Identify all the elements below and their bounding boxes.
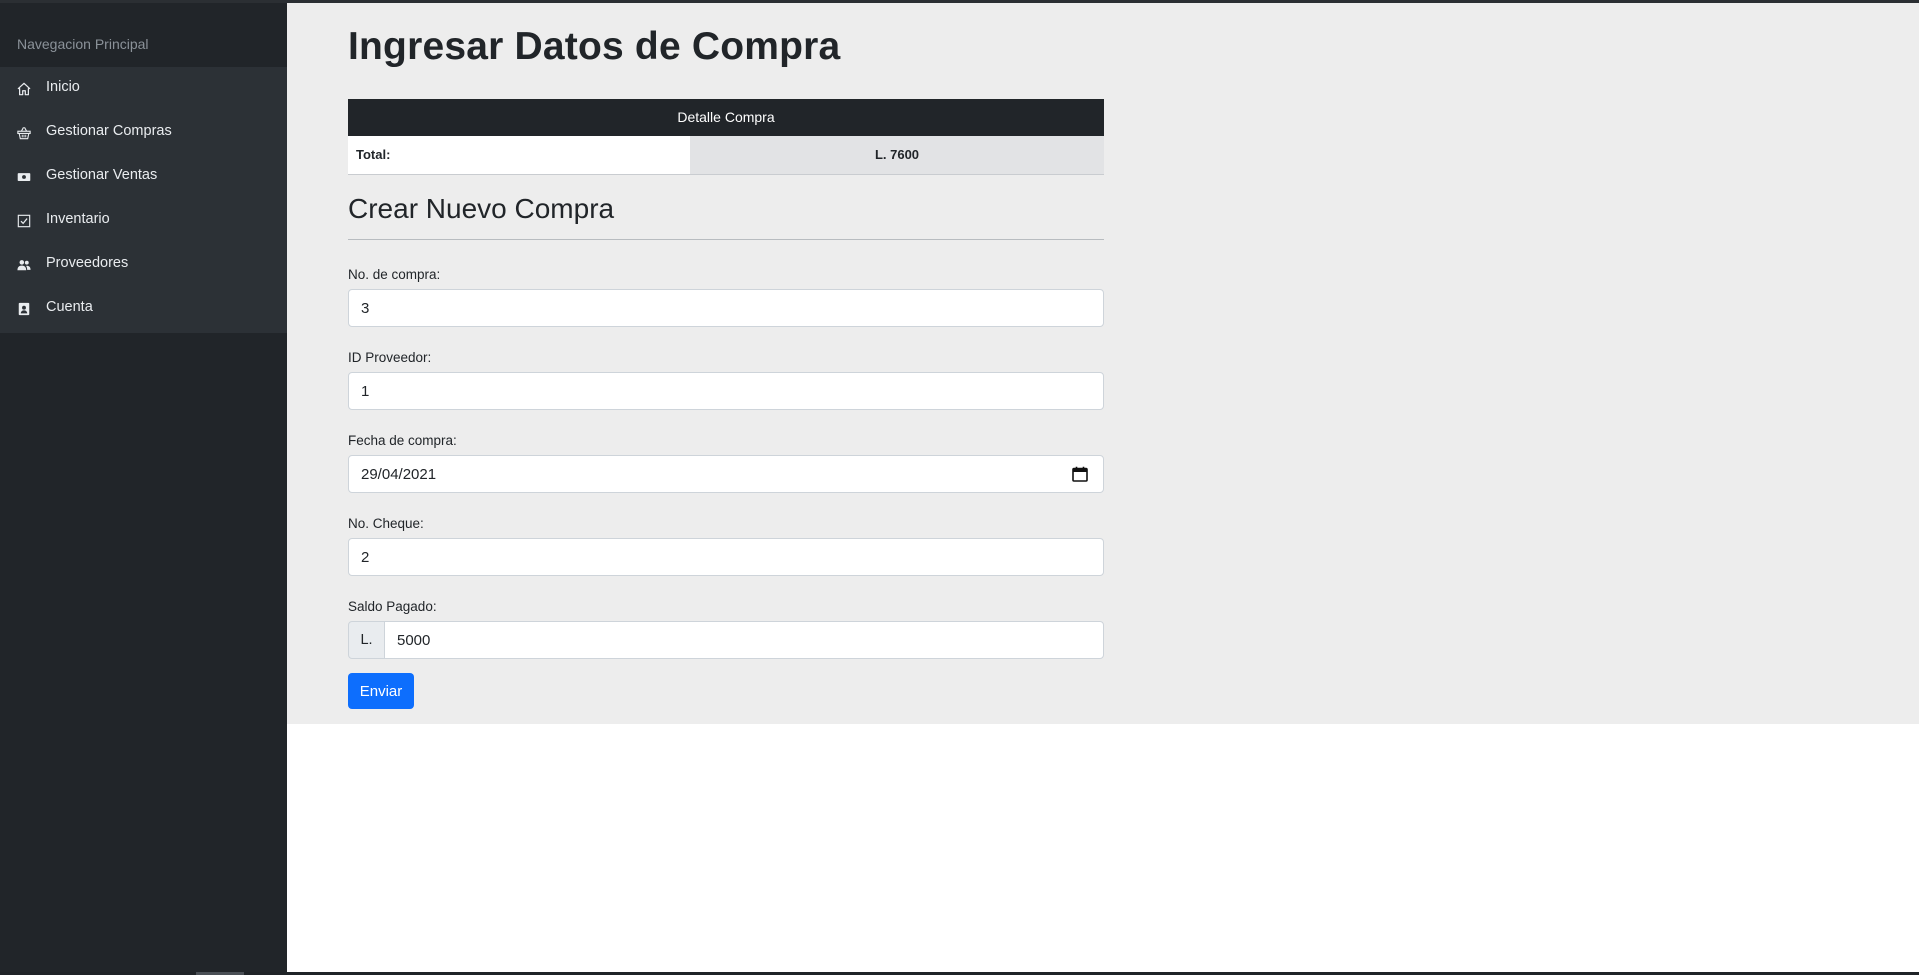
fecha-compra-input[interactable]: [348, 455, 1104, 493]
checklist-icon: [17, 214, 31, 228]
page-title: Ingresar Datos de Compra: [348, 25, 841, 68]
sidebar-item-inicio[interactable]: Inicio: [0, 67, 287, 111]
sidebar-item-proveedores[interactable]: Proveedores: [0, 243, 287, 287]
sidebar-item-gestionar-ventas[interactable]: Gestionar Ventas: [0, 155, 287, 199]
divider: [348, 239, 1104, 240]
sidebar-item-label: Cuenta: [46, 299, 93, 315]
contact-card-icon: [18, 302, 30, 316]
sidebar-item-label: Gestionar Compras: [46, 123, 172, 139]
total-label: Total:: [348, 136, 690, 174]
id-proveedor-label: ID Proveedor:: [348, 350, 432, 365]
currency-prefix: L.: [348, 621, 385, 659]
sidebar-item-label: Inicio: [46, 79, 80, 95]
form-title: Crear Nuevo Compra: [348, 193, 615, 224]
saldo-pagado-label: Saldo Pagado:: [348, 599, 437, 614]
fecha-compra-field: [348, 455, 1104, 493]
sidebar-item-label: Inventario: [46, 211, 110, 227]
home-icon: [17, 82, 31, 96]
cash-icon: [17, 173, 31, 181]
fecha-compra-label: Fecha de compra:: [348, 433, 457, 448]
main-content: Ingresar Datos de Compra Detalle Compra …: [287, 3, 1919, 724]
sidebar-item-cuenta[interactable]: Cuenta: [0, 287, 287, 331]
saldo-pagado-group: L.: [348, 621, 1104, 659]
basket-icon: [17, 127, 31, 140]
calendar-icon[interactable]: [1072, 466, 1088, 482]
nav-heading: Navegacion Principal: [0, 3, 287, 67]
no-compra-label: No. de compra:: [348, 267, 441, 282]
nav-panel: Navegacion Principal Inicio Gestionar Co…: [0, 3, 287, 333]
total-value: L. 7600: [690, 136, 1104, 174]
no-cheque-input[interactable]: [348, 538, 1104, 576]
sidebar-item-gestionar-compras[interactable]: Gestionar Compras: [0, 111, 287, 155]
detail-total-row: Total: L. 7600: [348, 136, 1104, 175]
people-icon: [17, 260, 31, 271]
no-cheque-label: No. Cheque:: [348, 516, 424, 531]
sidebar-item-inventario[interactable]: Inventario: [0, 199, 287, 243]
saldo-pagado-input[interactable]: [384, 621, 1104, 659]
sidebar: Navegacion Principal Inicio Gestionar Co…: [0, 3, 287, 972]
detail-table-header: Detalle Compra: [348, 99, 1104, 136]
submit-button[interactable]: Enviar: [348, 673, 414, 709]
sidebar-item-label: Proveedores: [46, 255, 129, 271]
no-compra-input[interactable]: [348, 289, 1104, 327]
sidebar-item-label: Gestionar Ventas: [46, 167, 158, 183]
id-proveedor-input[interactable]: [348, 372, 1104, 410]
